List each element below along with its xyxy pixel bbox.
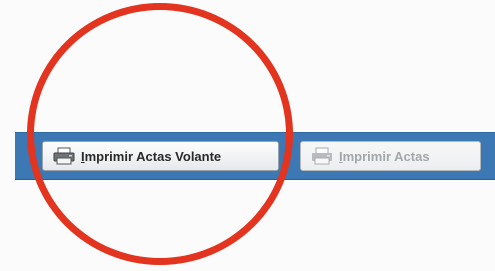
printer-icon <box>53 147 75 165</box>
printer-icon <box>311 147 333 165</box>
print-flying-minutes-label: Imprimir Actas Volante <box>81 148 222 164</box>
print-flying-minutes-button[interactable]: Imprimir Actas Volante <box>42 141 279 171</box>
print-minutes-button[interactable]: Imprimir Actas <box>300 141 481 171</box>
print-minutes-label: Imprimir Actas <box>339 148 430 164</box>
action-toolbar: Imprimir Actas Volante Imprimir Actas <box>15 132 495 180</box>
